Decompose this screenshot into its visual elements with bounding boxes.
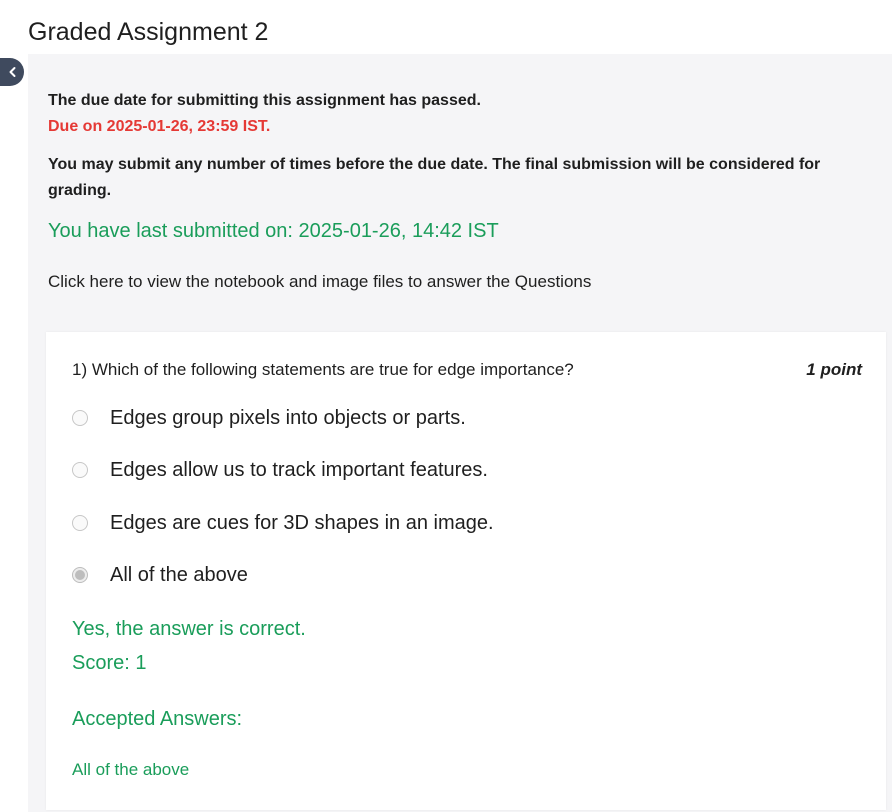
- due-passed-notice: The due date for submitting this assignm…: [48, 92, 481, 109]
- option-label: Edges are cues for 3D shapes in an image…: [110, 511, 494, 534]
- radio-dot: [75, 570, 85, 580]
- page-title: Graded Assignment 2: [28, 18, 269, 46]
- option-label: Edges allow us to track important featur…: [110, 458, 488, 481]
- radio-button[interactable]: [72, 410, 88, 426]
- radio-button-selected[interactable]: [72, 567, 88, 583]
- view-notebook-link[interactable]: Click here to view the notebook and imag…: [48, 272, 591, 292]
- due-date: Due on 2025-01-26, 23:59 IST.: [48, 118, 271, 135]
- chevron-left-icon: [9, 67, 16, 77]
- radio-button[interactable]: [72, 462, 88, 478]
- question-card: 1) Which of the following statements are…: [46, 332, 886, 810]
- accepted-answer: All of the above: [72, 760, 190, 779]
- option-2[interactable]: Edges allow us to track important featur…: [72, 455, 488, 485]
- last-submitted-status: You have last submitted on: 2025-01-26, …: [48, 220, 499, 242]
- option-label: All of the above: [110, 563, 248, 586]
- option-3[interactable]: Edges are cues for 3D shapes in an image…: [72, 508, 494, 538]
- option-4[interactable]: All of the above: [72, 560, 248, 590]
- question-text: 1) Which of the following statements are…: [72, 360, 574, 379]
- accepted-answers-label: Accepted Answers:: [72, 708, 243, 730]
- submission-note: You may submit any number of times befor…: [48, 156, 821, 199]
- score: Score: 1: [72, 652, 147, 674]
- answer-feedback: Yes, the answer is correct.: [72, 618, 306, 640]
- collapse-sidebar-button[interactable]: [0, 58, 24, 86]
- radio-button[interactable]: [72, 515, 88, 531]
- option-label: Edges group pixels into objects or parts…: [110, 406, 466, 429]
- question-points: 1 point: [806, 360, 862, 379]
- assignment-panel: The due date for submitting this assignm…: [28, 54, 892, 812]
- option-1[interactable]: Edges group pixels into objects or parts…: [72, 403, 466, 433]
